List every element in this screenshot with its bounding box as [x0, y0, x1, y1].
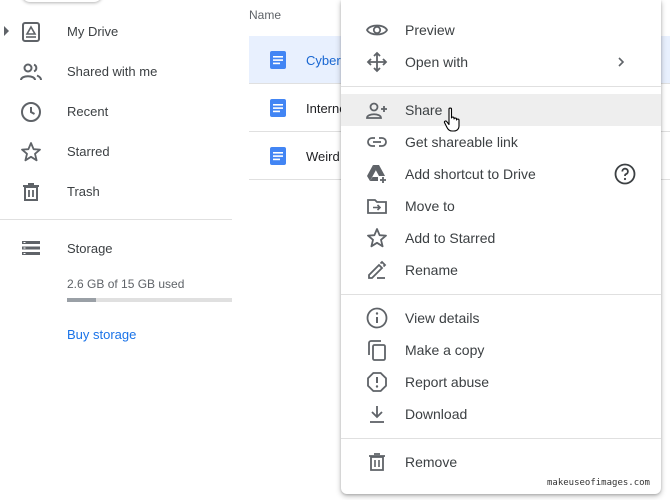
menu-item-label: Download — [405, 406, 468, 422]
link-icon — [365, 130, 389, 154]
context-menu: Preview Open with Share Get shareable li… — [341, 0, 661, 494]
menu-item-open-with[interactable]: Open with — [341, 46, 661, 78]
buy-storage-link[interactable]: Buy storage — [67, 327, 136, 342]
trash-icon — [365, 450, 389, 474]
move-arrows-icon — [365, 50, 389, 74]
google-doc-icon — [269, 147, 287, 165]
person-add-icon — [365, 98, 389, 122]
drive-icon — [19, 20, 43, 44]
sidebar-item-my-drive[interactable]: My Drive — [0, 12, 232, 52]
menu-item-preview[interactable]: Preview — [341, 14, 661, 46]
google-doc-icon — [269, 51, 287, 69]
drive-shortcut-icon — [365, 162, 389, 186]
file-name: Weird — [306, 149, 340, 164]
sidebar-item-label: Starred — [67, 144, 110, 159]
storage-icon — [19, 236, 43, 260]
menu-item-report-abuse[interactable]: Report abuse — [341, 366, 661, 398]
pencil-icon — [365, 258, 389, 282]
menu-item-add-shortcut-to-drive[interactable]: Add shortcut to Drive — [341, 158, 661, 190]
sidebar-item-label: Recent — [67, 104, 109, 119]
file-name: Cybersecurity — [306, 53, 346, 68]
sidebar-item-label: Trash — [67, 184, 100, 199]
sidebar-item-shared-with-me[interactable]: Shared with me — [0, 52, 232, 92]
sidebar-item-recent[interactable]: Recent — [0, 92, 232, 132]
new-button-fragment[interactable] — [22, 0, 102, 2]
eye-icon — [365, 18, 389, 42]
hand-pointer-icon — [443, 107, 463, 133]
people-icon — [19, 60, 43, 84]
menu-divider — [341, 86, 661, 87]
menu-item-label: Rename — [405, 262, 458, 278]
sidebar-item-label: Shared with me — [67, 64, 158, 79]
info-icon — [365, 306, 389, 330]
menu-item-remove[interactable]: Remove — [341, 446, 661, 478]
google-doc-icon — [269, 99, 287, 117]
menu-item-share[interactable]: Share — [341, 94, 661, 126]
menu-item-label: Move to — [405, 198, 455, 214]
menu-item-label: Get shareable link — [405, 134, 518, 150]
file-name: Internet — [306, 101, 346, 116]
menu-item-label: Make a copy — [405, 342, 485, 358]
menu-item-make-a-copy[interactable]: Make a copy — [341, 334, 661, 366]
menu-divider — [341, 438, 661, 439]
storage-progress-bar — [67, 298, 232, 302]
menu-item-download[interactable]: Download — [341, 398, 661, 430]
menu-item-label: View details — [405, 310, 480, 326]
trash-icon — [19, 180, 43, 204]
menu-item-get-shareable-link[interactable]: Get shareable link — [341, 126, 661, 158]
storage-progress-fill — [67, 298, 96, 302]
menu-item-label: Remove — [405, 454, 458, 470]
menu-item-label: Share — [405, 102, 443, 118]
star-icon — [365, 226, 389, 250]
download-icon — [365, 402, 389, 426]
menu-item-label: Open with — [405, 54, 469, 70]
chevron-right-icon — [611, 52, 631, 72]
name-column-header[interactable]: Name — [249, 8, 281, 22]
alert-icon — [365, 370, 389, 394]
folder-move-icon — [365, 194, 389, 218]
menu-item-rename[interactable]: Rename — [341, 254, 661, 286]
sidebar: My Drive Shared with me Recent Starred T… — [0, 0, 232, 500]
storage-used-text: 2.6 GB of 15 GB used — [67, 277, 185, 291]
menu-item-label: Preview — [405, 22, 455, 38]
menu-item-label: Add to Starred — [405, 230, 496, 246]
storage-label: Storage — [67, 241, 113, 256]
menu-item-move-to[interactable]: Move to — [341, 190, 661, 222]
help-icon[interactable] — [613, 162, 637, 186]
menu-item-add-to-starred[interactable]: Add to Starred — [341, 222, 661, 254]
menu-divider — [341, 294, 661, 295]
star-icon — [19, 140, 43, 164]
menu-item-label: Report abuse — [405, 374, 490, 390]
clock-icon — [19, 100, 43, 124]
sidebar-divider — [0, 219, 232, 220]
expand-caret-icon[interactable] — [4, 26, 9, 36]
menu-item-label: Add shortcut to Drive — [405, 166, 536, 182]
sidebar-item-label: My Drive — [67, 24, 119, 39]
menu-item-view-details[interactable]: View details — [341, 302, 661, 334]
sidebar-item-trash[interactable]: Trash — [0, 172, 232, 212]
sidebar-item-starred[interactable]: Starred — [0, 132, 232, 172]
watermark: makeuseofimages.com — [545, 478, 652, 488]
copy-icon — [365, 338, 389, 362]
